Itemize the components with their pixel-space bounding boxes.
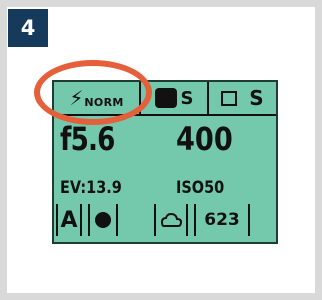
camera-lcd-panel: ⚡ NORM S S f5.6 400 EV:13.9 ISO50 A 623 (52, 80, 278, 244)
white-balance-indicator (154, 204, 188, 236)
exposure-mode-label: A (60, 207, 78, 233)
exposure-value: EV:13.9 (60, 178, 122, 198)
aperture-value: f5.6 (60, 120, 115, 158)
step-badge: 4 (8, 9, 48, 47)
single-frame-icon (221, 90, 238, 106)
af-block-icon (154, 88, 177, 108)
flash-icon: ⚡ (69, 86, 84, 110)
focus-mode-segment: S (141, 82, 209, 114)
flash-mode-label: NORM (84, 95, 124, 109)
lcd-status-row: ⚡ NORM S S (54, 82, 276, 116)
frames-remaining-indicator: 623 (194, 204, 250, 236)
drive-mode-label: S (249, 86, 264, 110)
drive-mode-segment: S (209, 82, 276, 114)
shutter-speed-value: 400 (176, 120, 233, 158)
spot-metering-icon (95, 212, 111, 228)
flash-mode-segment: ⚡ NORM (54, 82, 141, 114)
iso-value: ISO50 (176, 178, 225, 198)
exposure-mode-indicator: A (56, 204, 82, 236)
metering-mode-indicator (88, 204, 118, 236)
frames-remaining-count: 623 (204, 210, 240, 230)
cloudy-icon (160, 212, 182, 227)
focus-mode-label: S (180, 87, 194, 109)
step-number: 4 (20, 16, 36, 40)
